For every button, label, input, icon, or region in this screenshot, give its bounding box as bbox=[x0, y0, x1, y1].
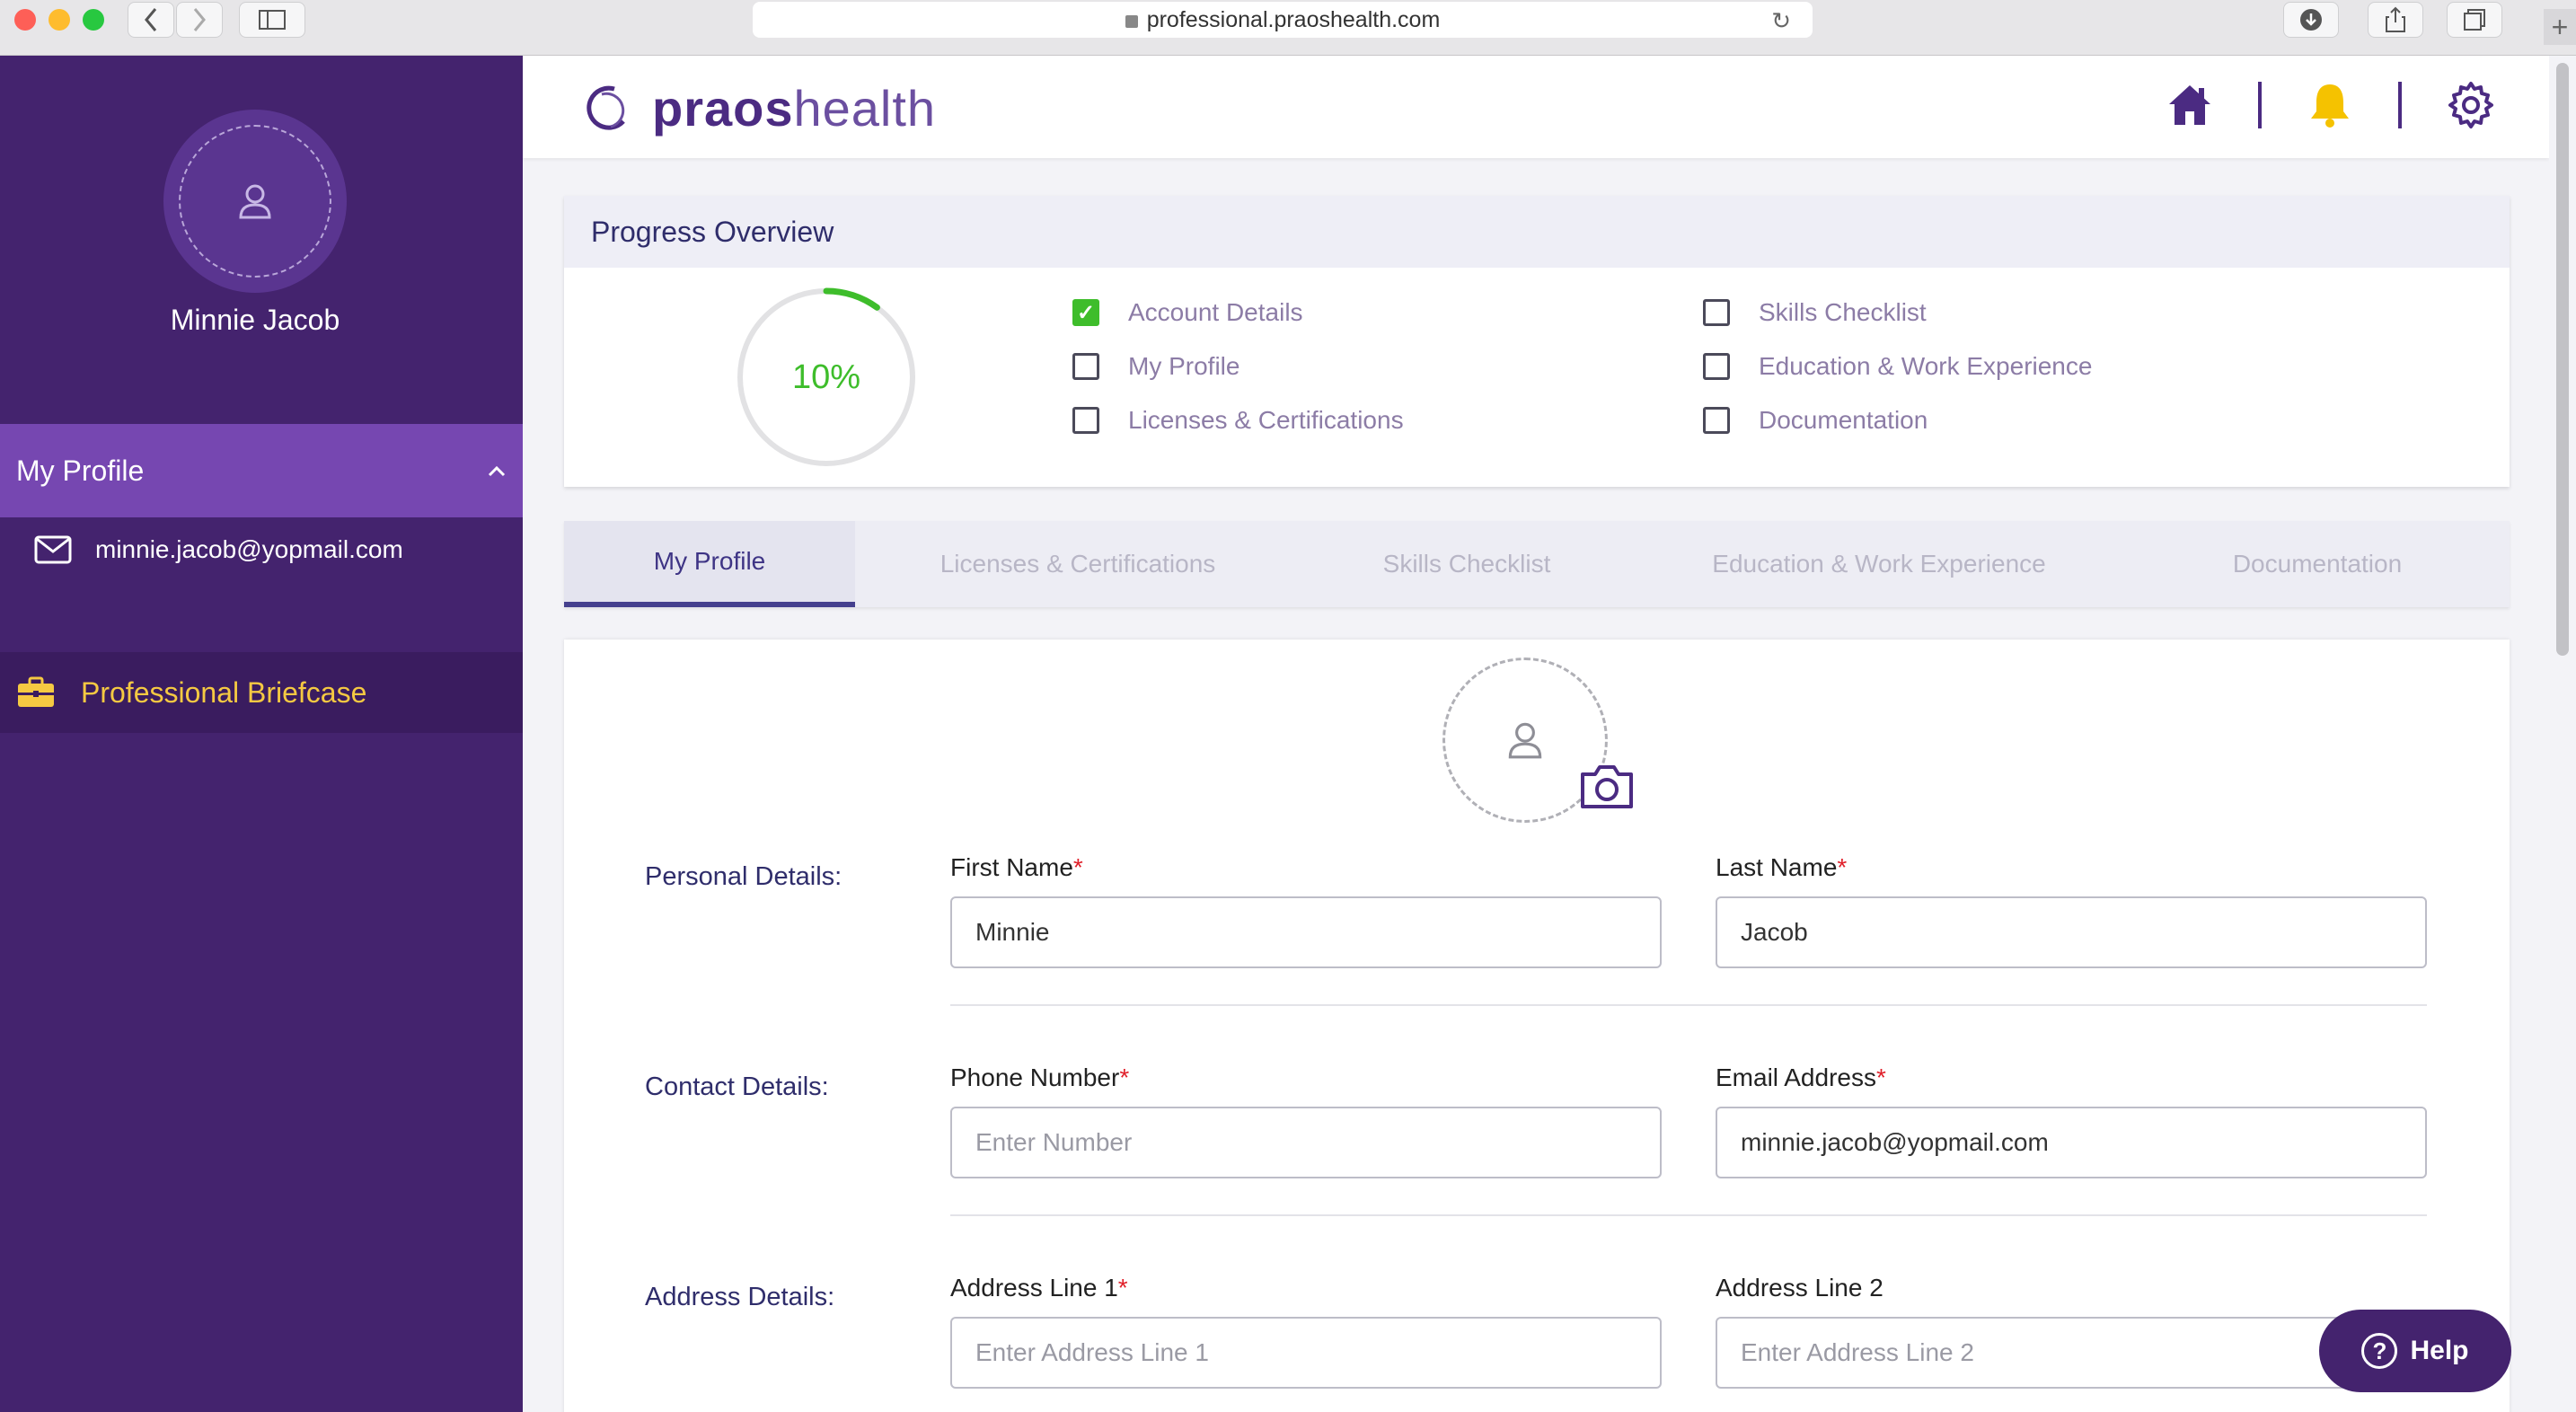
browser-toolbar: professional.praoshealth.com ↻ + bbox=[0, 0, 2576, 56]
header-divider bbox=[2398, 82, 2402, 128]
home-icon[interactable] bbox=[2166, 83, 2213, 128]
checkbox-checked: ✓ bbox=[1072, 299, 1099, 326]
tab-skills-checklist[interactable]: Skills Checklist bbox=[1301, 521, 1633, 607]
checklist-item: Documentation bbox=[1703, 393, 2092, 447]
help-button[interactable]: ? Help bbox=[2319, 1310, 2511, 1392]
share-icon bbox=[2386, 6, 2405, 32]
progress-overview-card: Progress Overview 10% ✓ Account Details … bbox=[564, 196, 2510, 487]
first-name-label: First Name* bbox=[950, 853, 1083, 881]
tabs-icon bbox=[2464, 9, 2485, 31]
share-button[interactable] bbox=[2368, 2, 2423, 38]
sidebar-section-label: My Profile bbox=[16, 454, 145, 487]
top-header: praoshealth bbox=[523, 56, 2549, 158]
section-divider bbox=[950, 1004, 2427, 1006]
scrollbar-thumb[interactable] bbox=[2556, 63, 2569, 656]
phone-number-label: Phone Number* bbox=[950, 1063, 1130, 1091]
last-name-field[interactable]: Jacob bbox=[1716, 896, 2427, 968]
lock-icon bbox=[1125, 15, 1138, 28]
sidebar-section-my-profile[interactable]: My Profile bbox=[0, 424, 523, 517]
download-icon bbox=[2300, 9, 2322, 31]
logo-text-bold: praos bbox=[652, 80, 794, 137]
sidebar: Minnie Jacob My Profile minnie.jacob@yop… bbox=[0, 56, 523, 1412]
tab-education-work-experience[interactable]: Education & Work Experience bbox=[1633, 521, 2125, 607]
contact-details-label: Contact Details: bbox=[645, 1072, 829, 1101]
user-name: Minnie Jacob bbox=[170, 304, 340, 336]
chevron-right-icon bbox=[193, 8, 206, 31]
checkbox-unchecked bbox=[1703, 407, 1730, 434]
address-bar[interactable]: professional.praoshealth.com ↻ bbox=[753, 2, 1813, 38]
last-name-label: Last Name* bbox=[1716, 853, 1848, 881]
checklist-item: Education & Work Experience bbox=[1703, 340, 2092, 393]
address-line1-field[interactable]: Enter Address Line 1 bbox=[950, 1317, 1662, 1389]
logo-text-light: health bbox=[793, 80, 937, 137]
page-scrollbar[interactable] bbox=[2549, 56, 2576, 1412]
checkbox-unchecked bbox=[1072, 407, 1099, 434]
header-divider bbox=[2258, 82, 2262, 128]
first-name-field[interactable]: Minnie bbox=[950, 896, 1662, 968]
address-line2-label: Address Line 2 bbox=[1716, 1274, 1883, 1302]
mail-icon bbox=[34, 535, 72, 564]
minimize-window-button[interactable] bbox=[49, 9, 70, 31]
email-address-field[interactable]: minnie.jacob@yopmail.com bbox=[1716, 1107, 2427, 1178]
user-icon bbox=[1508, 722, 1542, 759]
avatar[interactable] bbox=[163, 110, 347, 293]
checklist-item-label: Documentation bbox=[1759, 406, 1928, 434]
main-content: praoshealth Progress Overview 10% ✓ Acco… bbox=[523, 56, 2549, 1412]
sidebar-email-text: minnie.jacob@yopmail.com bbox=[95, 535, 403, 563]
sidebar-toggle-button[interactable] bbox=[239, 2, 305, 38]
bell-icon[interactable] bbox=[2307, 81, 2353, 129]
new-tab-button[interactable]: + bbox=[2544, 9, 2576, 45]
address-line1-label: Address Line 1* bbox=[950, 1274, 1128, 1302]
checkbox-unchecked bbox=[1072, 353, 1099, 380]
url-text: professional.praoshealth.com bbox=[1146, 6, 1441, 32]
downloads-button[interactable] bbox=[2283, 2, 2339, 38]
checklist-item-label: My Profile bbox=[1128, 352, 1240, 380]
logo[interactable]: praoshealth bbox=[575, 79, 936, 137]
tabs-overview-button[interactable] bbox=[2447, 2, 2502, 38]
profile-form: Personal Details: First Name* Minnie Las… bbox=[564, 640, 2510, 1412]
question-icon: ? bbox=[2361, 1333, 2398, 1369]
help-button-label: Help bbox=[2410, 1336, 2469, 1365]
checklist-item: Skills Checklist bbox=[1703, 286, 2092, 340]
checklist-item: Licenses & Certifications bbox=[1072, 393, 1404, 447]
close-window-button[interactable] bbox=[14, 9, 36, 31]
checkbox-unchecked bbox=[1703, 353, 1730, 380]
profile-tabs: My Profile Licenses & Certifications Ski… bbox=[564, 521, 2510, 607]
checklist-item-label: Account Details bbox=[1128, 298, 1303, 326]
gear-icon[interactable] bbox=[2447, 81, 2495, 129]
chevron-up-icon bbox=[488, 465, 506, 477]
reload-icon[interactable]: ↻ bbox=[1771, 7, 1791, 35]
chevron-left-icon bbox=[145, 8, 157, 31]
forward-button[interactable] bbox=[176, 2, 223, 38]
phone-number-field[interactable]: Enter Number bbox=[950, 1107, 1662, 1178]
address-details-label: Address Details: bbox=[645, 1283, 835, 1311]
sidebar-item-label: Professional Briefcase bbox=[81, 675, 367, 709]
header-actions bbox=[2166, 81, 2495, 129]
sidebar-item-professional-briefcase[interactable]: Professional Briefcase bbox=[0, 652, 523, 733]
progress-percent: 10% bbox=[791, 357, 861, 396]
tab-documentation[interactable]: Documentation bbox=[2125, 521, 2510, 607]
checklist-item-label: Licenses & Certifications bbox=[1128, 406, 1404, 434]
checklist-right: Skills Checklist Education & Work Experi… bbox=[1703, 286, 2092, 447]
maximize-window-button[interactable] bbox=[83, 9, 104, 31]
tab-my-profile[interactable]: My Profile bbox=[564, 521, 855, 607]
checkbox-unchecked bbox=[1703, 299, 1730, 326]
personal-details-label: Personal Details: bbox=[645, 862, 842, 891]
camera-icon[interactable] bbox=[1579, 762, 1635, 810]
user-icon bbox=[239, 184, 271, 219]
back-button[interactable] bbox=[128, 2, 174, 38]
sidebar-icon bbox=[259, 10, 286, 30]
praos-logo-icon bbox=[587, 85, 625, 130]
section-divider bbox=[950, 1214, 2427, 1216]
checklist-item: My Profile bbox=[1072, 340, 1404, 393]
tab-licenses-certifications[interactable]: Licenses & Certifications bbox=[855, 521, 1301, 607]
checklist-item: ✓ Account Details bbox=[1072, 286, 1404, 340]
email-address-label: Email Address* bbox=[1716, 1063, 1886, 1091]
sidebar-email: minnie.jacob@yopmail.com bbox=[34, 535, 403, 564]
checklist-item-label: Skills Checklist bbox=[1759, 298, 1927, 326]
progress-overview-title: Progress Overview bbox=[564, 196, 2510, 268]
briefcase-icon bbox=[18, 676, 54, 707]
checklist-item-label: Education & Work Experience bbox=[1759, 352, 2093, 380]
checklist-left: ✓ Account Details My Profile Licenses & … bbox=[1072, 286, 1404, 447]
